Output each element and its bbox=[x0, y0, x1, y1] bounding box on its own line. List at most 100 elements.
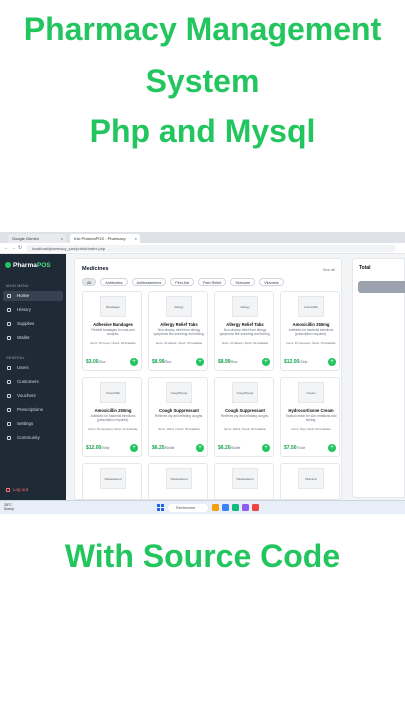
category-chip[interactable]: Antihistamines bbox=[131, 278, 167, 286]
medicine-name: Cough Suppressant bbox=[225, 408, 265, 413]
reload-icon[interactable]: ↻ bbox=[18, 245, 22, 252]
add-to-cart-button[interactable]: + bbox=[196, 358, 204, 366]
medicine-price: $8.99/Box bbox=[218, 359, 238, 365]
medicine-description: Antibiotic for bacterial infections (pre… bbox=[288, 328, 334, 336]
category-chip[interactable]: Skincare bbox=[230, 278, 256, 286]
main-menu-label: MAIN MENU bbox=[6, 284, 29, 288]
medicine-card[interactable]: Bandages Adhesive Bandages Flexible bandag… bbox=[82, 291, 142, 371]
category-chip[interactable]: Pain Relief bbox=[197, 278, 227, 286]
browser-tab-gemini[interactable]: Google Gemini × bbox=[8, 234, 66, 243]
medicine-image: CoughSyrup bbox=[232, 382, 258, 403]
weather-desc: Sunny bbox=[4, 507, 14, 511]
sidebar-item-label: Customers bbox=[17, 379, 39, 384]
general-label: GENERAL bbox=[6, 356, 25, 360]
close-icon[interactable]: × bbox=[61, 234, 63, 243]
category-filter: All Antibiotics Antihistamines First Aid Pai… bbox=[82, 278, 284, 286]
medicine-image: Allergy bbox=[232, 296, 258, 317]
sidebar-item-label: Supplies bbox=[17, 321, 35, 326]
medicine-price: $6.20/Bottle bbox=[152, 445, 175, 451]
forward-icon[interactable]: → bbox=[11, 245, 16, 252]
medicine-card[interactable]: Paracetamol bbox=[82, 463, 142, 499]
category-chip[interactable]: Antibiotics bbox=[100, 278, 128, 286]
medicine-card[interactable]: Amoxicillin Amoxicillin 250mg Antibiotic f… bbox=[280, 291, 340, 371]
brand-prefix: Pharma bbox=[13, 262, 37, 269]
add-to-cart-button[interactable]: + bbox=[328, 444, 336, 452]
media-taskbar-icon[interactable] bbox=[252, 504, 259, 511]
medicine-image: Paracetamol bbox=[100, 468, 126, 489]
main-content: Medicines See all All Antibiotics Antihist… bbox=[66, 254, 348, 500]
medicine-name: Allergy Relief Tabs bbox=[226, 322, 264, 327]
add-to-cart-button[interactable]: + bbox=[328, 358, 336, 366]
medicine-image: Amoxicillin bbox=[100, 382, 126, 403]
sidebar: PharmaPOS MAIN MENU Home History Supplie… bbox=[0, 254, 66, 500]
back-icon[interactable]: ← bbox=[4, 245, 9, 252]
see-all-link[interactable]: See all bbox=[323, 267, 335, 272]
browser-address-bar: ← → ↻ localhost/pharmacy_pos/public/inde… bbox=[0, 243, 405, 254]
medicine-price: $8.99/Box bbox=[152, 359, 172, 365]
file-explorer-icon[interactable] bbox=[212, 504, 219, 511]
headline-line-1: Pharmacy Management bbox=[23, 11, 382, 47]
medicine-card[interactable]: Amoxicillin Amoxicillin 250mg Antibiotic f… bbox=[82, 377, 142, 457]
medicine-description: Relieves dry and irritating coughs. bbox=[154, 414, 203, 418]
add-to-cart-button[interactable]: + bbox=[130, 358, 138, 366]
medicine-card[interactable]: CoughSyrup Cough Suppressant Relieves dry … bbox=[148, 377, 208, 457]
sidebar-item-supplies[interactable]: Supplies bbox=[3, 319, 63, 329]
logout-button[interactable]: Log out bbox=[6, 487, 28, 492]
sidebar-item-history[interactable]: History bbox=[3, 305, 63, 315]
sidebar-item-wallet[interactable]: Wallet bbox=[3, 333, 63, 343]
sidebar-item-home[interactable]: Home bbox=[3, 291, 63, 301]
sidebar-item-community[interactable]: Community bbox=[3, 433, 63, 443]
medicine-name: Allergy Relief Tabs bbox=[160, 322, 198, 327]
browser-taskbar-icon[interactable] bbox=[222, 504, 229, 511]
add-to-cart-button[interactable]: + bbox=[262, 358, 270, 366]
sidebar-item-vouchers[interactable]: Vouchers bbox=[3, 391, 63, 401]
editor-taskbar-icon[interactable] bbox=[242, 504, 249, 511]
category-chip[interactable]: All bbox=[82, 278, 97, 286]
sidebar-item-customers[interactable]: Customers bbox=[3, 377, 63, 387]
sidebar-item-label: Vouchers bbox=[17, 393, 36, 398]
sidebar-item-label: Prescriptions bbox=[17, 407, 44, 412]
medicine-image: Paracetamol bbox=[166, 468, 192, 489]
checkout-button[interactable] bbox=[358, 281, 405, 293]
taskbar-search-input[interactable]: Rechercher bbox=[168, 503, 208, 512]
medicine-price: $12.00/Strip bbox=[284, 359, 308, 365]
medicine-card[interactable]: VitaminC bbox=[280, 463, 340, 499]
medicine-card[interactable]: Allergy Allergy Relief Tabs Non-drowsy rel… bbox=[214, 291, 274, 371]
medicine-card[interactable]: Cream Hydrocortisone Cream Topical cream f… bbox=[280, 377, 340, 457]
sidebar-item-prescriptions[interactable]: Prescriptions bbox=[3, 405, 63, 415]
medicine-price: $3.00/Box bbox=[86, 359, 106, 365]
tab-label: Kivi PharmaPOS - Pharmacy bbox=[74, 236, 126, 241]
add-to-cart-button[interactable]: + bbox=[130, 444, 138, 452]
sidebar-item-settings[interactable]: Settings bbox=[3, 419, 63, 429]
order-panel: Total bbox=[352, 258, 405, 498]
sidebar-item-users[interactable]: Users bbox=[3, 363, 63, 373]
app-taskbar-icon[interactable] bbox=[232, 504, 239, 511]
medicine-card[interactable]: Allergy Allergy Relief Tabs Non-drowsy rel… bbox=[148, 291, 208, 371]
app-logo: PharmaPOS bbox=[5, 262, 51, 269]
category-chip[interactable]: Vitamins bbox=[259, 278, 284, 286]
logout-label: Log out bbox=[13, 487, 29, 492]
medicine-card[interactable]: Paracetamol bbox=[148, 463, 208, 499]
medicine-image: Cream bbox=[298, 382, 324, 403]
category-chip[interactable]: First Aid bbox=[170, 278, 194, 286]
medicine-description: Non-drowsy relief from allergy symptoms … bbox=[219, 328, 271, 336]
medicine-image: VitaminC bbox=[298, 468, 324, 489]
voucher-icon bbox=[7, 394, 11, 398]
close-icon[interactable]: × bbox=[135, 234, 137, 243]
app-screenshot: Google Gemini × Kivi PharmaPOS - Pharmac… bbox=[0, 232, 405, 514]
medicine-card[interactable]: Paracetamol bbox=[214, 463, 274, 499]
add-to-cart-button[interactable]: + bbox=[262, 444, 270, 452]
medicine-name: Amoxicillin 250mg bbox=[292, 322, 330, 327]
browser-tab-pharmapos[interactable]: Kivi PharmaPOS - Pharmacy × bbox=[70, 234, 140, 243]
url-input[interactable]: localhost/pharmacy_pos/public/index.php bbox=[26, 245, 396, 252]
medicine-stock: Items: 30g | Stock: 50 Available bbox=[291, 427, 331, 431]
windows-start-icon[interactable] bbox=[157, 504, 164, 511]
medicine-image: CoughSyrup bbox=[166, 382, 192, 403]
medicine-image: Allergy bbox=[166, 296, 192, 317]
weather-widget[interactable]: 28°C Sunny bbox=[4, 503, 14, 511]
add-to-cart-button[interactable]: + bbox=[196, 444, 204, 452]
history-icon bbox=[7, 308, 11, 312]
medicines-title: Medicines bbox=[82, 266, 109, 272]
medicine-card[interactable]: CoughSyrup Cough Suppressant Relieves dry … bbox=[214, 377, 274, 457]
total-label: Total bbox=[359, 265, 371, 271]
